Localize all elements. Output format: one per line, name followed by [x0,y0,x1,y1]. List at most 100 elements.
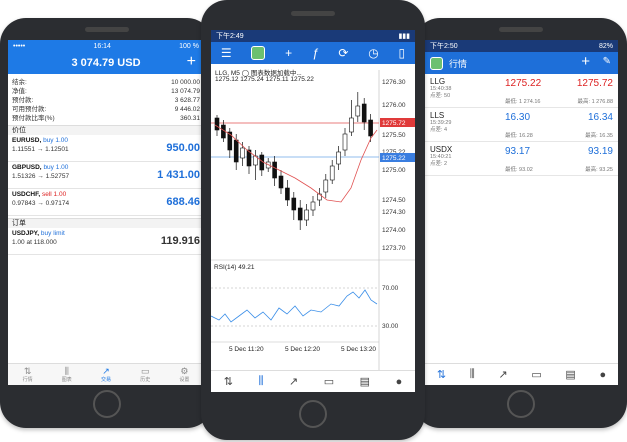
price-tick-label: 1274.30 [382,209,406,216]
menu-icon[interactable]: ☰ [221,46,232,60]
candle-body [304,209,309,221]
chart-toolbar: ☰ + ƒ ⟳ ◷ ▯ [211,42,415,64]
quote-row[interactable]: USDX 15:40:21 点差: 2 93.17 93.19 最低: 93.0… [425,142,618,176]
rsi-label: RSI(14) 49.21 [214,264,255,271]
price-tick-label: 1274.50 [382,197,406,204]
app-logo-icon [430,56,443,70]
ask-price: 93.19 [587,146,613,157]
tab-chart[interactable]: ⫼ 图表 [47,364,86,385]
new-order-icon[interactable]: ▯ [398,46,405,60]
candle-body [323,179,329,193]
inbox-icon: ▭ [140,366,150,376]
price-tick-label: 1275.00 [382,167,406,174]
status-bar: ••••• 16:14 100 % [8,40,204,52]
tab-history[interactable]: ▭ 历史 [126,364,165,385]
candle-body [291,197,297,211]
rsi-tick-label: 30.00 [382,323,399,330]
middle-screen: 下午2:49 ▮▮▮ ☰ + ƒ ⟳ ◷ ▯ LLG, M5 ◯ 图表数据加载中.… [211,30,415,392]
indicators-icon[interactable]: ƒ [312,46,319,60]
quote-row[interactable]: LLG 15:40:38 点差: 50 1275.22 1275.72 最低: … [425,74,618,108]
period-icon[interactable]: ◷ [368,46,378,60]
rsi-tick-label: 70.00 [382,285,399,292]
bid-price: 93.17 [505,146,531,157]
add-symbol-button[interactable]: + [581,53,590,70]
account-summary: 结余: 10 000.00 净值: 13 074.79 预付款: 3 628.77 可… [12,79,200,122]
objects-icon[interactable]: ⟳ [338,46,348,60]
edit-icon[interactable]: ✎ [603,56,611,67]
trend-icon[interactable]: ↗ [498,368,507,381]
ask-price-label: 1275.72 [382,120,406,127]
time-tick-label: 5 Dec 12:20 [285,346,320,353]
app-logo-icon [251,46,266,60]
price-tick-label: 1273.70 [382,245,406,252]
chat-icon[interactable]: ● [600,369,607,381]
quote-row[interactable]: LLS 15:39:29 点差: 4 16.30 16.34 最低: 16.28… [425,108,618,142]
candle-body [278,175,284,189]
balance-title: 3 074.79 USD [71,57,141,69]
status-bar: 下午2:50 82% [425,40,618,52]
price-chart[interactable]: 1276.30 1276.00 1275.50 1275.22 1275.00 1274.… [211,70,415,370]
candle-body [297,207,303,221]
inbox-icon[interactable]: ▭ [324,375,334,388]
balance-header: 3 074.79 USD + [8,52,204,74]
chat-icon[interactable]: ● [396,376,403,388]
candle-body [336,151,341,165]
candle-body [272,161,277,179]
news-icon[interactable]: ▤ [565,368,575,381]
bottom-nav: ⇅ ⫼ ↗ ▭ ▤ ● [425,363,618,385]
candle-body [329,165,335,181]
page-title: 行情 [449,58,468,69]
middle-phone: 下午2:49 ▮▮▮ ☰ + ƒ ⟳ ◷ ▯ LLG, M5 ◯ 图表数据加载中.… [201,0,425,440]
quotes-icon[interactable]: ⇅ [437,368,446,381]
position-row[interactable]: EURUSD, buy 1.00 1.11551 → 1.12501 950.0… [8,135,204,162]
candle-body [368,119,373,137]
right-screen: 下午2:50 82% 行情 + ✎ LLG 15:40:38 点差: 50 127… [425,40,618,385]
positions-header: 价位 [8,125,204,135]
tab-settings[interactable]: ⚙ 设置 [165,364,204,385]
news-icon[interactable]: ▤ [360,375,370,388]
left-screen: ••••• 16:14 100 % 3 074.79 USD + 结余: 10 000… [8,40,204,385]
quotes-icon[interactable]: ⇅ [224,375,233,388]
candle-body [355,105,361,117]
candles-icon: ⫼ [64,366,69,376]
inbox-icon[interactable]: ▭ [531,368,541,381]
time-tick-label: 5 Dec 11:20 [229,346,264,353]
gear-icon: ⚙ [180,366,189,376]
crosshair-icon[interactable]: + [285,46,292,60]
quotes-icon: ⇅ [23,366,32,376]
candles-icon[interactable]: ⫼ [258,375,263,388]
price-tick-label: 1276.30 [382,79,406,86]
candle-body [310,201,316,211]
bid-price: 1275.22 [505,78,542,89]
candle-body [349,117,354,133]
position-row[interactable]: GBPUSD, buy 1.00 1.51326 → 1.52757 1 431… [8,162,204,189]
add-button[interactable]: + [187,53,196,71]
tab-bar: ⇅ 行情 ⫼ 图表 ↗ 交易 ▭ 历史 ⚙ 设置 [8,363,204,385]
left-phone: ••••• 16:14 100 % 3 074.79 USD + 结余: 10 000… [0,18,213,428]
trend-icon: ↗ [102,366,110,376]
ask-price: 1275.72 [576,78,613,89]
order-row[interactable]: USDJPY, buy limit 1.00 at 118.000 119.91… [8,228,204,255]
ask-price: 16.34 [587,112,613,123]
candle-body [285,187,290,201]
candle-body [361,103,367,123]
orders-header: 订单 [8,218,204,228]
trend-icon[interactable]: ↗ [289,375,298,388]
candle-body [233,139,239,163]
candle-body [240,147,245,159]
quotes-header: 行情 + ✎ [425,52,618,74]
status-bar: 下午2:49 ▮▮▮ [211,30,415,42]
price-tick-label: 1276.00 [382,102,406,109]
position-row[interactable]: USDCHF, sell 1.00 0.97843 → 0.97174 688.… [8,189,204,216]
candles-icon[interactable]: ⫼ [470,368,475,381]
right-phone: 下午2:50 82% 行情 + ✎ LLG 15:40:38 点差: 50 127… [414,18,627,428]
bid-price: 16.30 [505,112,531,123]
bottom-nav: ⇅ ⫼ ↗ ▭ ▤ ● [211,370,415,392]
moving-average-line [214,124,378,203]
price-tick-label: 1275.50 [382,132,406,139]
tab-quotes[interactable]: ⇅ 行情 [8,364,47,385]
bid-price-label: 1275.22 [382,155,406,162]
candle-body [214,117,220,131]
candle-body [342,133,348,151]
tab-trade[interactable]: ↗ 交易 [86,364,125,385]
